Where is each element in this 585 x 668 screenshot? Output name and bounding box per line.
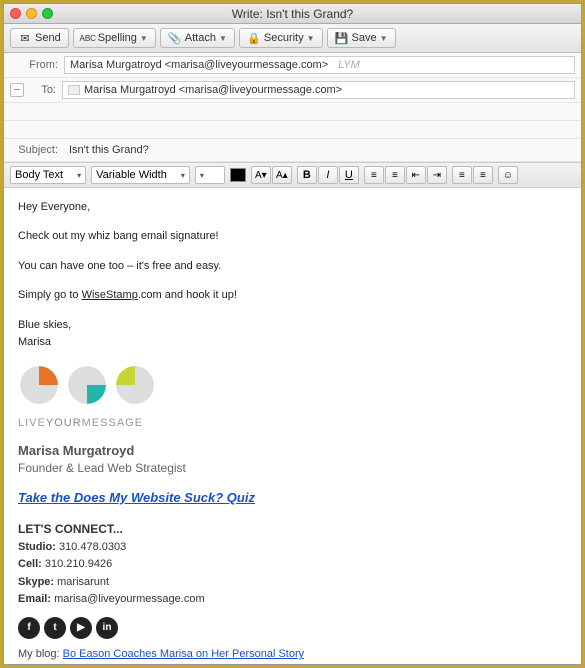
- blog-link[interactable]: Bo Eason Coaches Marisa on Her Personal …: [63, 648, 305, 660]
- email-line: Email: marisa@liveyourmessage.com: [18, 590, 567, 607]
- align-button[interactable]: ≡: [452, 166, 472, 184]
- chevron-down-icon: ▼: [219, 34, 227, 43]
- spelling-button[interactable]: ABC Spelling ▼: [73, 28, 156, 48]
- attach-icon: 📎: [168, 31, 182, 45]
- emoji-button[interactable]: ☺: [498, 166, 518, 184]
- signature-title: Founder & Lead Web Strategist: [18, 460, 567, 477]
- blog-line: My blog: Bo Eason Coaches Marisa on Her …: [18, 647, 567, 662]
- youtube-icon[interactable]: ▶: [70, 617, 92, 639]
- paragraph-style-select[interactable]: Body Text ▾: [10, 166, 86, 184]
- contact-icon: [68, 85, 80, 95]
- titlebar: Write: Isn't this Grand?: [4, 4, 581, 24]
- smaller-button[interactable]: A▾: [251, 166, 271, 184]
- chevron-down-icon: ▼: [307, 34, 315, 43]
- attach-label: Attach: [185, 32, 216, 44]
- larger-button[interactable]: A▴: [272, 166, 292, 184]
- connect-heading: LET'S CONNECT...: [18, 521, 567, 538]
- font-value: Variable Width: [96, 169, 167, 181]
- from-value: Marisa Murgatroyd <marisa@liveyourmessag…: [70, 59, 328, 71]
- message-body[interactable]: Hey Everyone, Check out my whiz bang ema…: [4, 188, 581, 664]
- security-button[interactable]: 🔒 Security ▼: [239, 28, 323, 48]
- send-icon: ✉: [18, 31, 32, 45]
- from-field[interactable]: Marisa Murgatroyd <marisa@liveyourmessag…: [64, 56, 575, 74]
- facebook-icon[interactable]: f: [18, 617, 40, 639]
- compose-window: Write: Isn't this Grand? ✉ Send ABC Spel…: [3, 3, 582, 665]
- from-label: From:: [10, 59, 58, 71]
- send-label: Send: [35, 32, 61, 44]
- chevron-down-icon: ▼: [140, 34, 148, 43]
- brand-logos: [18, 364, 567, 406]
- chevron-down-icon: ▾: [77, 171, 81, 180]
- to-label: To:: [28, 84, 56, 96]
- quiz-link[interactable]: Take the Does My Website Suck? Quiz: [18, 489, 567, 507]
- chevron-down-icon: ▾: [200, 171, 204, 180]
- bullet-list-button[interactable]: ≡: [364, 166, 384, 184]
- to-field[interactable]: Marisa Murgatroyd <marisa@liveyourmessag…: [62, 81, 575, 99]
- to-value: Marisa Murgatroyd <marisa@liveyourmessag…: [84, 84, 342, 96]
- linkedin-icon[interactable]: in: [96, 617, 118, 639]
- spelling-label: Spelling: [98, 32, 137, 44]
- pie-icon-teal: [66, 364, 108, 406]
- pie-icon-orange: [18, 364, 60, 406]
- subject-value: Isn't this Grand?: [69, 144, 149, 156]
- window-title: Write: Isn't this Grand?: [4, 7, 581, 21]
- from-account: LYM: [338, 59, 360, 71]
- pie-icon-lime: [114, 364, 156, 406]
- italic-button[interactable]: I: [318, 166, 338, 184]
- skype-line: Skype: marisarunt: [18, 573, 567, 590]
- style-value: Body Text: [15, 169, 63, 181]
- lock-icon: 🔒: [247, 31, 261, 45]
- format-bar: Body Text ▾ Variable Width ▾ ▾ A▾ A▴ B I…: [4, 163, 581, 188]
- studio-line: Studio: 310.478.0303: [18, 538, 567, 555]
- save-button[interactable]: 💾 Save ▼: [327, 28, 396, 48]
- outdent-button[interactable]: ⇤: [406, 166, 426, 184]
- chevron-down-icon: ▼: [380, 34, 388, 43]
- save-icon: 💾: [335, 31, 349, 45]
- subject-label: Subject:: [10, 144, 58, 156]
- size-select[interactable]: ▾: [195, 166, 225, 184]
- align2-button[interactable]: ≡: [473, 166, 493, 184]
- body-line: Blue skies,: [18, 318, 567, 333]
- indent-button[interactable]: ⇥: [427, 166, 447, 184]
- subject-field[interactable]: Isn't this Grand?: [64, 142, 575, 158]
- send-button[interactable]: ✉ Send: [10, 28, 69, 48]
- body-line: Simply go to WiseStamp.com and hook it u…: [18, 288, 567, 303]
- font-select[interactable]: Variable Width ▾: [91, 166, 190, 184]
- brand-text: LIVEYOURMESSAGE: [18, 412, 567, 432]
- color-swatch[interactable]: [230, 168, 246, 182]
- toolbar: ✉ Send ABC Spelling ▼ 📎 Attach ▼ 🔒 Secur…: [4, 24, 581, 53]
- number-list-button[interactable]: ≡: [385, 166, 405, 184]
- twitter-icon[interactable]: t: [44, 617, 66, 639]
- body-line: Hey Everyone,: [18, 200, 567, 215]
- body-line: Marisa: [18, 335, 567, 350]
- headers: From: Marisa Murgatroyd <marisa@liveyour…: [4, 53, 581, 163]
- attach-button[interactable]: 📎 Attach ▼: [160, 28, 235, 48]
- body-line: You can have one too – it's free and eas…: [18, 259, 567, 274]
- spellcheck-icon: ABC: [81, 31, 95, 45]
- underline-button[interactable]: U: [339, 166, 359, 184]
- social-row: f t ▶ in: [18, 617, 567, 639]
- bold-button[interactable]: B: [297, 166, 317, 184]
- cell-line: Cell: 310.210.9426: [18, 555, 567, 572]
- body-line: Check out my whiz bang email signature!: [18, 229, 567, 244]
- security-label: Security: [264, 32, 304, 44]
- chevron-down-icon: ▾: [181, 171, 185, 180]
- save-label: Save: [352, 32, 377, 44]
- signature-name: Marisa Murgatroyd: [18, 442, 567, 460]
- remove-recipient-button[interactable]: −: [10, 83, 24, 97]
- wisestamp-link[interactable]: WiseStamp: [82, 289, 138, 301]
